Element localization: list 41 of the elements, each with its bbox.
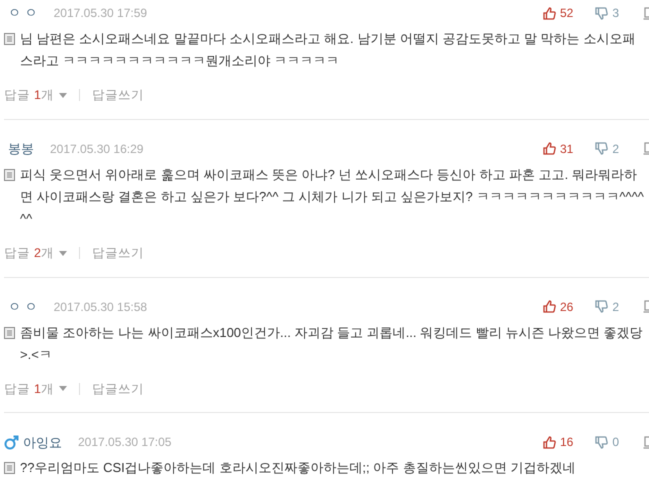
dislike-button[interactable]: 3 xyxy=(595,4,619,22)
comment-text: 님 남편은 소시오패스네요 말끝마다 소시오패스라고 해요. 남기분 어떨지 공감도못하고 말 막하는 소시오패스라고 ㅋㅋㅋㅋㅋㅋㅋㅋㅋㅋㅋ뭔개소리야 ㅋㅋㅋㅋㅋ xyxy=(20,30,636,70)
memo-icon xyxy=(4,326,15,338)
comment-text: 좀비물 조아하는 나는 싸이코패스x100인건가... 자괴감 들고 괴롭네... 워킹데드 빨리 뉴시즌 나왔으면 좋겠당>.<ㅋ xyxy=(20,324,644,364)
dislike-button[interactable]: 2 xyxy=(595,140,619,158)
comment-text: 피식 웃으면서 위아래로 훑으며 싸이코패스 뜻은 아냐? 넌 쏘시오패스다 등신아 하고 파혼 고고. 뭐라뭐라하면 사이코패스랑 결혼은 하고 싶은가 보다?^^ 그 시체가 니가 되고 싶은가보지? ㅋㅋㅋㅋㅋㅋㅋㅋㅋㅋㅋ^^^^^^ xyxy=(20,166,645,228)
author-name[interactable]: 봉봉 xyxy=(8,139,34,158)
memo-icon xyxy=(4,168,15,181)
caret-icon xyxy=(58,92,67,98)
thumbs-up-icon xyxy=(542,142,556,156)
comment-text: ??우리엄마도 CSI겁나좋아하는데 호라시오진짜좋아하는데;; 아주 총질하는씬있으면 기겁하겠네 xyxy=(20,459,576,478)
replies-toggle[interactable]: 답글 2개 xyxy=(4,244,67,262)
caret-icon xyxy=(58,250,67,256)
thumbs-down-icon xyxy=(595,436,608,449)
dislike-button[interactable]: 2 xyxy=(595,298,619,316)
write-reply-link[interactable]: 답글쓰기 xyxy=(92,380,144,398)
thumbs-down-icon xyxy=(595,300,608,313)
write-reply-link[interactable]: 답글쓰기 xyxy=(92,86,144,105)
thumbs-up-icon xyxy=(542,300,556,313)
thumbs-down-icon xyxy=(595,6,608,20)
author-name[interactable]: ㅇ ㅇ xyxy=(8,296,38,316)
thumbs-up-icon xyxy=(542,6,556,20)
comment-date: 2017.05.30 17:05 xyxy=(78,434,172,452)
comment-date: 2017.05.30 16:29 xyxy=(50,140,144,158)
like-button[interactable]: 26 xyxy=(542,298,574,316)
replies-toggle[interactable]: 답글 1개 xyxy=(4,380,67,398)
replies-toggle[interactable]: 답글 1개 xyxy=(4,86,67,105)
caret-icon xyxy=(58,386,67,392)
like-button[interactable]: 52 xyxy=(542,4,574,22)
like-button[interactable]: 31 xyxy=(542,140,574,158)
write-reply-link[interactable]: 답글쓰기 xyxy=(92,244,144,262)
comment-date: 2017.05.30 15:58 xyxy=(54,298,148,316)
dislike-button[interactable]: 0 xyxy=(595,433,619,452)
memo-icon xyxy=(4,33,15,45)
comment-date: 2017.05.30 17:59 xyxy=(54,5,148,22)
memo-icon xyxy=(4,462,15,474)
author-name[interactable]: 아잉요 xyxy=(23,432,62,452)
thumbs-down-icon xyxy=(595,142,608,156)
thumbs-up-icon xyxy=(542,436,556,449)
like-button[interactable]: 16 xyxy=(542,433,574,452)
author-name[interactable]: ㅇ ㅇ xyxy=(8,3,38,23)
